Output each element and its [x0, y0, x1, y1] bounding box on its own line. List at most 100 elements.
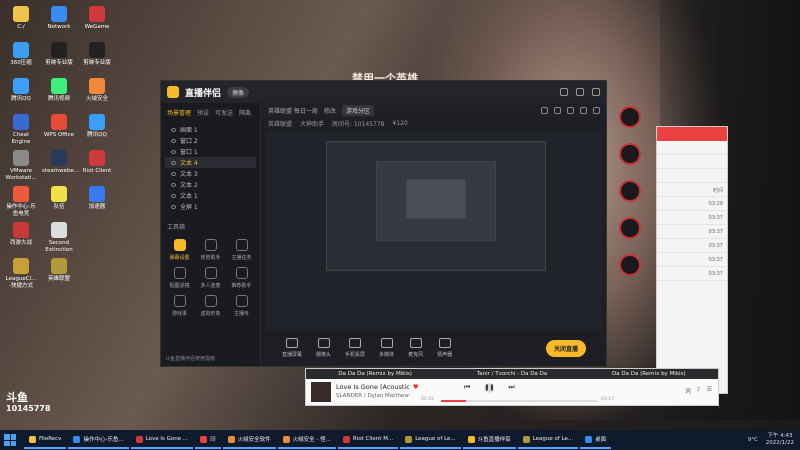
desktop-icon[interactable]: 剪映专业版 — [42, 42, 76, 67]
tool-button[interactable]: 贴图滤镜 — [165, 267, 194, 289]
desktop-icon[interactable]: 腾讯视频 — [42, 78, 76, 103]
desktop-icon[interactable]: 操作中心-乐鱼电竞 — [4, 186, 38, 218]
desktop-icon[interactable]: Cheat Engine — [4, 114, 38, 146]
scene-item[interactable]: 文本 4 — [165, 157, 256, 168]
desktop-icon[interactable]: 火绒安全 — [80, 78, 114, 103]
desktop-icon[interactable]: Second Extinction — [42, 222, 76, 254]
room-edit-link[interactable]: 修改 — [324, 106, 336, 115]
scene-item[interactable]: 窗口 1 — [165, 146, 256, 157]
knob[interactable] — [619, 180, 641, 202]
eye-icon[interactable] — [171, 138, 176, 143]
tool-button[interactable]: 主播专 — [227, 295, 256, 317]
knob[interactable] — [619, 106, 641, 128]
scene-tab[interactable]: 场景管理 — [167, 108, 191, 117]
playlist-icon[interactable]: ☰ — [707, 386, 712, 395]
taskbar-item[interactable]: Love Is Gone ... — [130, 431, 194, 449]
settings-icon[interactable] — [567, 106, 574, 114]
taskbar-item[interactable]: 火绒安全 - 怪... — [277, 431, 336, 449]
desktop-icon[interactable]: 腾讯QQ — [4, 78, 38, 103]
gift-icon[interactable] — [580, 106, 587, 114]
scene-item[interactable]: 全屏 1 — [165, 201, 256, 212]
version-button[interactable]: 偶像 — [227, 86, 250, 98]
control-button[interactable]: 直播屏幕 — [282, 338, 302, 358]
desktop-icon[interactable]: 加速器 — [80, 186, 114, 211]
progress-bar[interactable] — [441, 400, 597, 402]
tool-button[interactable]: 弹幕设置 — [165, 239, 194, 261]
guide-link[interactable]: 斗鱼直播伴侣使用指南 — [165, 355, 215, 362]
share-icon[interactable] — [541, 106, 548, 114]
taskbar-item[interactable]: Riot Client M... — [337, 431, 399, 449]
scene-item[interactable]: 窗口 2 — [165, 135, 256, 146]
desktop-icon[interactable]: 360压缩 — [4, 42, 38, 67]
song-row[interactable]: 03:29 — [657, 197, 727, 211]
heart-icon[interactable]: ♥ — [413, 383, 419, 391]
song-row[interactable] — [657, 155, 727, 169]
song-row[interactable]: 时间 — [657, 183, 727, 197]
pause-icon[interactable]: ❚❚ — [484, 383, 494, 393]
stream-preview[interactable] — [266, 131, 602, 330]
taskbar-item[interactable]: League of Le... — [517, 431, 579, 449]
tool-button[interactable]: 多人连麦 — [196, 267, 225, 289]
desktop-icon[interactable]: C:/ — [4, 6, 38, 31]
scene-item[interactable]: 文本 2 — [165, 179, 256, 190]
desktop-icon[interactable]: steamwebe... — [42, 150, 79, 175]
control-button[interactable]: 麦克风 — [408, 338, 423, 358]
knob[interactable] — [619, 254, 641, 276]
next-icon[interactable]: ⏭ — [508, 383, 514, 393]
control-button[interactable]: 手机投屏 — [345, 338, 365, 358]
eye-icon[interactable] — [171, 193, 176, 198]
scene-tab[interactable]: 预设 — [197, 108, 209, 117]
desktop-icon[interactable]: Network — [42, 6, 76, 31]
taskbar-item[interactable]: FileRecv — [24, 431, 67, 449]
desktop-icon[interactable]: 腾讯QQ — [80, 114, 114, 139]
volume-icon[interactable]: ♪ — [697, 386, 701, 395]
desktop-icon[interactable]: Riot Client — [80, 150, 114, 175]
album-cover[interactable] — [311, 382, 331, 402]
taskbar-item[interactable]: 桌面 — [580, 431, 612, 449]
taskbar-item[interactable]: 印 — [195, 431, 221, 449]
go-live-button[interactable]: 关闭直播 — [545, 339, 586, 357]
room-category[interactable]: 游戏分区 — [341, 104, 374, 116]
more-icon[interactable] — [593, 106, 600, 114]
desktop-icon[interactable]: 队伍 — [42, 186, 76, 211]
scene-item[interactable]: 文本 1 — [165, 190, 256, 201]
lyric-icon[interactable]: 词 — [685, 386, 691, 395]
scene-tab[interactable]: 可发送 — [215, 108, 233, 117]
eye-icon[interactable] — [171, 182, 176, 187]
song-row[interactable]: 03:37 — [657, 267, 727, 281]
eye-icon[interactable] — [171, 160, 176, 165]
tool-button[interactable]: 游戏事 — [165, 295, 194, 317]
desktop-icon[interactable]: 西游大战 — [4, 222, 38, 247]
tool-button[interactable]: 虚拟形象 — [196, 295, 225, 317]
tool-button[interactable]: 房管助手 — [196, 239, 225, 261]
desktop-icon[interactable]: VMware Workstati... — [4, 150, 38, 182]
taskbar-item[interactable]: 火绒安全软件 — [222, 431, 276, 449]
lock-icon[interactable] — [554, 106, 561, 114]
scene-item[interactable]: 画面 1 — [165, 124, 256, 135]
song-artist[interactable]: SLANDER / Dylan Matthew — [336, 393, 409, 399]
clock[interactable]: 下午 4:43 2022/1/22 — [766, 433, 794, 447]
maximize-icon[interactable] — [576, 88, 584, 96]
control-button[interactable]: 扬声器 — [437, 338, 452, 358]
desktop-icon[interactable]: LeagueCl... -快捷方式 — [4, 258, 38, 290]
eye-icon[interactable] — [171, 171, 176, 176]
taskbar-item[interactable]: League of Le... — [400, 431, 461, 449]
song-row[interactable]: 03:37 — [657, 253, 727, 267]
song-row[interactable]: 03:37 — [657, 239, 727, 253]
control-button[interactable]: 摄像头 — [316, 338, 331, 358]
minimize-icon[interactable] — [560, 88, 568, 96]
weather-text[interactable]: 9°C — [748, 437, 758, 443]
taskbar-item[interactable]: 斗鱼直播伴侣 — [462, 431, 516, 449]
knob[interactable] — [619, 143, 641, 165]
song-title[interactable]: Love Is Gone (Acoustic ♥ — [336, 383, 419, 391]
scene-item[interactable]: 文本 3 — [165, 168, 256, 179]
eye-icon[interactable] — [171, 149, 176, 154]
knob[interactable] — [619, 217, 641, 239]
scene-tab[interactable]: 隔离 — [239, 108, 251, 117]
song-row[interactable]: 03:37 — [657, 211, 727, 225]
desktop-icon[interactable]: WPS Office — [42, 114, 76, 139]
close-icon[interactable] — [592, 88, 600, 96]
windows-start-icon[interactable] — [4, 434, 16, 446]
song-row[interactable]: 03:37 — [657, 225, 727, 239]
tool-button[interactable]: 主播任务 — [227, 239, 256, 261]
